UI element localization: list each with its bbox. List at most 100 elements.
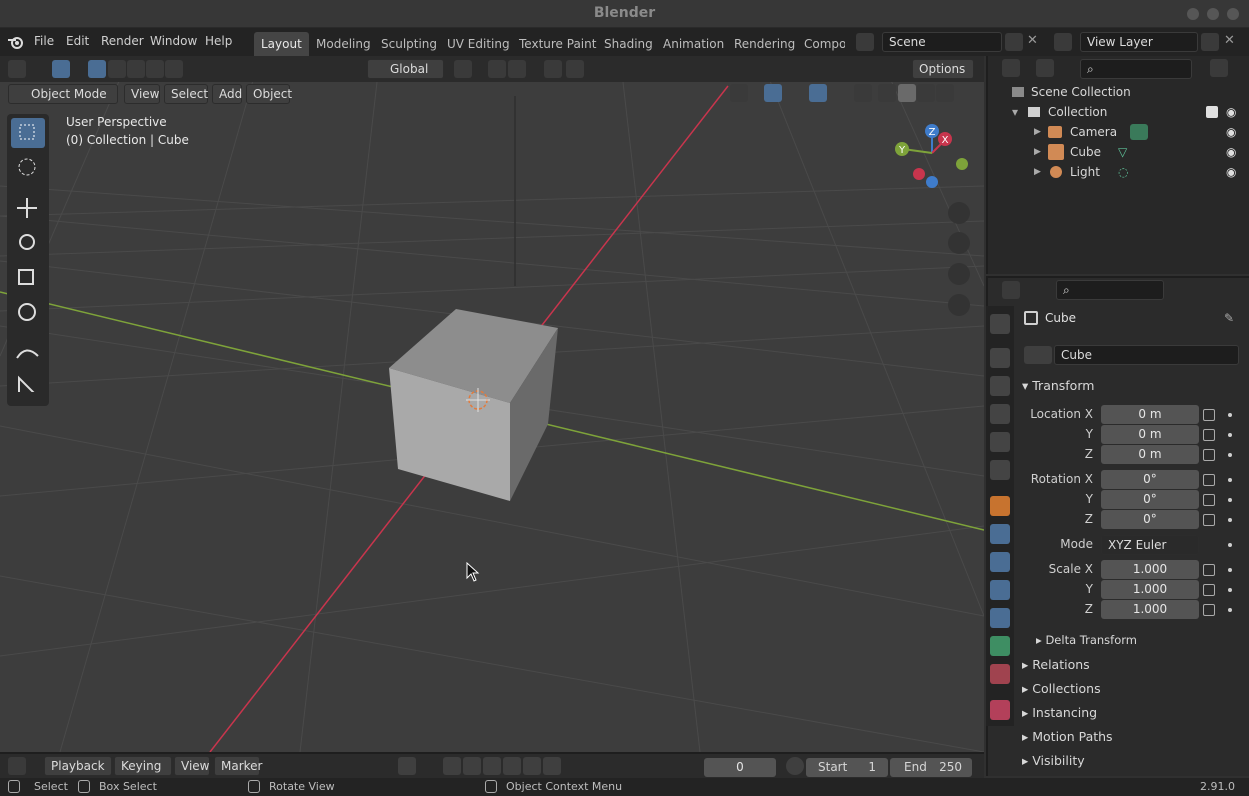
- properties-search-input[interactable]: ⌕: [1056, 280, 1164, 300]
- constraints-tab-icon[interactable]: [990, 608, 1010, 628]
- keyframe-dot-icon[interactable]: [1228, 478, 1232, 482]
- select-tool-icon[interactable]: [52, 60, 70, 78]
- camera-view-icon[interactable]: [948, 263, 970, 285]
- new-view-layer-icon[interactable]: [1201, 33, 1219, 51]
- collections-section-header[interactable]: ▸ Collections: [1022, 681, 1101, 696]
- outliner-row-collection[interactable]: ▾ Collection ◉: [988, 102, 1249, 122]
- visibility-eye-icon[interactable]: ◉: [1226, 162, 1236, 182]
- close-icon[interactable]: [1227, 8, 1239, 20]
- keyframe-dot-icon[interactable]: [1228, 453, 1232, 457]
- timeline-editor-type-icon[interactable]: [8, 757, 26, 775]
- scene-tab-icon[interactable]: [990, 432, 1010, 452]
- instancing-section-header[interactable]: ▸ Instancing: [1022, 705, 1097, 720]
- tab-shading[interactable]: Shading: [597, 32, 660, 56]
- tool-tab-icon[interactable]: [990, 314, 1010, 334]
- scale-z-field[interactable]: 1.000: [1101, 600, 1199, 619]
- maximize-icon[interactable]: [1207, 8, 1219, 20]
- select-mode-new-icon[interactable]: [88, 60, 106, 78]
- proportional-falloff-icon[interactable]: [566, 60, 584, 78]
- rotation-x-field[interactable]: 0°: [1101, 470, 1199, 489]
- keying-menu[interactable]: Keying: [114, 756, 172, 776]
- menu-render[interactable]: Render: [101, 34, 144, 48]
- tab-layout[interactable]: Layout: [254, 32, 309, 56]
- output-tab-icon[interactable]: [990, 376, 1010, 396]
- scene-selector-icon[interactable]: [856, 33, 874, 51]
- delta-transform-subpanel[interactable]: ▸ Delta Transform: [1036, 633, 1137, 647]
- select-mode-intersect-icon[interactable]: [165, 60, 183, 78]
- keyframe-dot-icon[interactable]: [1228, 433, 1232, 437]
- particles-tab-icon[interactable]: [990, 552, 1010, 572]
- blender-logo-icon[interactable]: [7, 34, 25, 50]
- delete-view-layer-icon[interactable]: ✕: [1224, 33, 1235, 48]
- snap-target-icon[interactable]: [508, 60, 526, 78]
- scale-x-field[interactable]: 1.000: [1101, 560, 1199, 579]
- outliner-editor-type-icon[interactable]: [1002, 59, 1020, 77]
- viewport-menu-object[interactable]: Object: [246, 84, 292, 104]
- world-tab-icon[interactable]: [990, 460, 1010, 480]
- visibility-eye-icon[interactable]: ◉: [1226, 142, 1236, 162]
- rotation-mode-dropdown[interactable]: XYZ Euler: [1101, 535, 1199, 555]
- viewport-menu-select[interactable]: Select: [164, 84, 208, 104]
- lock-scale-z-icon[interactable]: [1203, 604, 1215, 616]
- stopwatch-icon[interactable]: [786, 757, 804, 775]
- overlay-toggle-icon[interactable]: [809, 84, 827, 102]
- transform-orientation-dropdown[interactable]: Global: [367, 59, 444, 79]
- keyframe-dot-icon[interactable]: [1228, 518, 1232, 522]
- tab-modeling[interactable]: Modeling: [309, 32, 378, 56]
- playback-menu[interactable]: Playback: [44, 756, 112, 776]
- marker-menu[interactable]: Marker: [214, 756, 262, 776]
- keyframe-dot-icon[interactable]: [1228, 608, 1232, 612]
- menu-file[interactable]: File: [34, 34, 54, 48]
- expand-arrow-icon[interactable]: ▶: [1034, 122, 1041, 142]
- exclude-checkbox[interactable]: [1206, 106, 1218, 118]
- pan-hand-icon[interactable]: [948, 232, 970, 254]
- ortho-toggle-icon[interactable]: [948, 294, 970, 316]
- lock-location-z-icon[interactable]: [1203, 449, 1215, 461]
- lock-rotation-x-icon[interactable]: [1203, 474, 1215, 486]
- keyframe-dot-icon[interactable]: [1228, 413, 1232, 417]
- transform-section-header[interactable]: ▾ Transform: [1022, 378, 1094, 393]
- display-mode-icon[interactable]: [1036, 59, 1054, 77]
- current-frame-field[interactable]: 0: [704, 758, 776, 777]
- view-layer-selector-icon[interactable]: [1054, 33, 1072, 51]
- expand-arrow-icon[interactable]: ▶: [1034, 142, 1041, 162]
- data-tab-icon[interactable]: [990, 636, 1010, 656]
- jump-start-icon[interactable]: [443, 757, 461, 775]
- snap-toggle-icon[interactable]: [488, 60, 506, 78]
- 3d-viewport[interactable]: [0, 56, 984, 752]
- options-button[interactable]: Options: [912, 59, 974, 79]
- delete-scene-icon[interactable]: ✕: [1027, 33, 1038, 48]
- scene-name-field[interactable]: Scene: [882, 32, 1002, 52]
- menu-window[interactable]: Window: [150, 34, 197, 48]
- minimize-icon[interactable]: [1187, 8, 1199, 20]
- keyframe-dot-icon[interactable]: [1228, 498, 1232, 502]
- new-scene-icon[interactable]: [1005, 33, 1023, 51]
- menu-help[interactable]: Help: [205, 34, 232, 48]
- gizmo-toggle-icon[interactable]: [764, 84, 782, 102]
- view-layer-tab-icon[interactable]: [990, 404, 1010, 424]
- pin-icon[interactable]: ✎: [1224, 311, 1234, 325]
- proportional-edit-icon[interactable]: [544, 60, 562, 78]
- object-tab-icon[interactable]: [990, 496, 1010, 516]
- editor-type-icon[interactable]: [8, 60, 26, 78]
- tab-animation[interactable]: Animation: [656, 32, 731, 56]
- expand-arrow-icon[interactable]: ▶: [1034, 162, 1041, 182]
- scale-y-field[interactable]: 1.000: [1101, 580, 1199, 599]
- navigation-gizmo[interactable]: Z X Y: [890, 120, 970, 195]
- play-icon[interactable]: [503, 757, 521, 775]
- viewport-menu-view[interactable]: View: [124, 84, 160, 104]
- tab-sculpting[interactable]: Sculpting: [374, 32, 444, 56]
- location-x-field[interactable]: 0 m: [1101, 405, 1199, 424]
- end-frame-field[interactable]: End 250: [890, 758, 972, 777]
- lock-location-y-icon[interactable]: [1203, 429, 1215, 441]
- lock-rotation-y-icon[interactable]: [1203, 494, 1215, 506]
- keyframe-dot-icon[interactable]: [1228, 568, 1232, 572]
- outliner-search-input[interactable]: ⌕: [1080, 59, 1192, 79]
- object-mode-dropdown[interactable]: Object Mode: [8, 84, 118, 104]
- outliner-row-scene-collection[interactable]: Scene Collection: [988, 82, 1249, 102]
- rendered-shading-icon[interactable]: [936, 84, 954, 102]
- tab-rendering[interactable]: Rendering: [727, 32, 802, 56]
- modifier-tab-icon[interactable]: [990, 524, 1010, 544]
- visibility-icon[interactable]: [730, 84, 748, 102]
- camera-data-icon[interactable]: [1130, 124, 1148, 140]
